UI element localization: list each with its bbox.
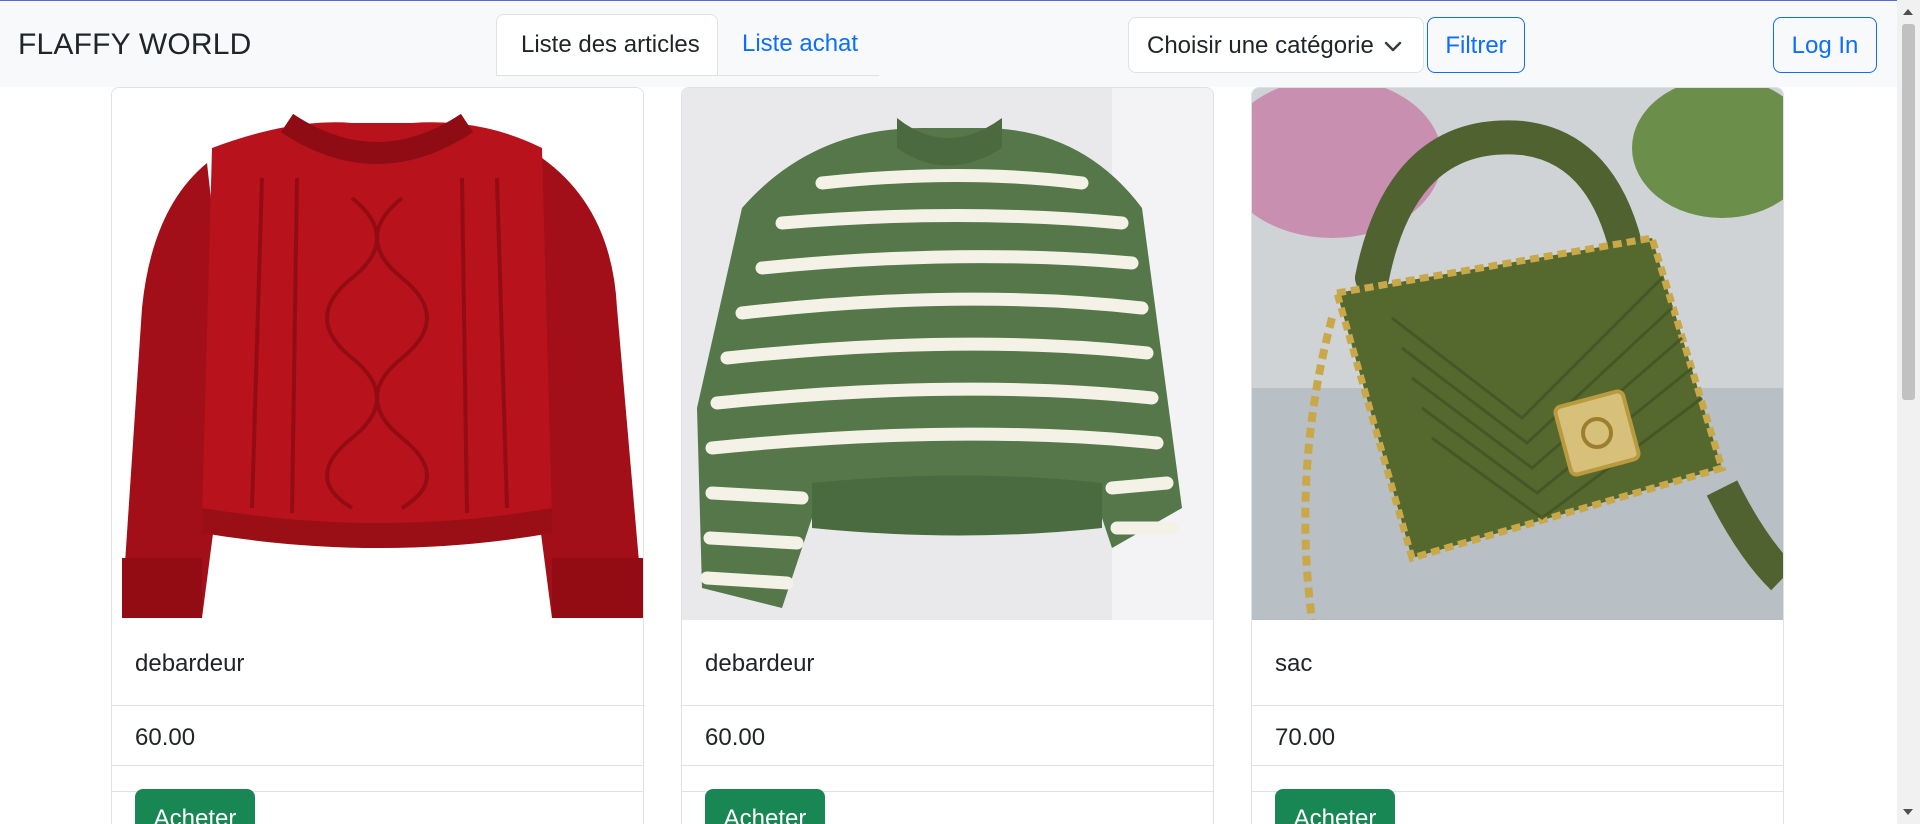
login-button[interactable]: Log In bbox=[1773, 17, 1877, 73]
product-price: 60.00 bbox=[135, 724, 196, 751]
product-price: 60.00 bbox=[705, 724, 766, 751]
brand-logo[interactable]: FLAFFY WORLD bbox=[18, 28, 252, 62]
buy-button[interactable]: Acheter bbox=[705, 789, 825, 824]
product-image bbox=[1252, 88, 1783, 620]
divider bbox=[112, 705, 643, 706]
filter-button[interactable]: Filtrer bbox=[1427, 17, 1525, 73]
vertical-scrollbar[interactable] bbox=[1897, 0, 1920, 824]
product-name: debardeur bbox=[135, 650, 245, 677]
tab-liste-achat[interactable]: Liste achat bbox=[718, 14, 882, 76]
scroll-down-arrow-icon[interactable] bbox=[1903, 809, 1913, 815]
product-image bbox=[682, 88, 1213, 620]
divider bbox=[112, 765, 643, 766]
product-card: debardeur 60.00 Acheter bbox=[681, 87, 1214, 824]
product-image bbox=[112, 88, 643, 620]
tab-liste-des-articles[interactable]: Liste des articles bbox=[496, 14, 718, 76]
scroll-up-arrow-icon[interactable] bbox=[1903, 9, 1913, 15]
product-card: debardeur 60.00 Acheter bbox=[111, 87, 644, 824]
divider bbox=[682, 765, 1213, 766]
product-name: debardeur bbox=[705, 650, 815, 677]
navbar: FLAFFY WORLD Liste des articles Liste ac… bbox=[0, 1, 1897, 87]
product-title-section: sac bbox=[1252, 620, 1783, 792]
product-title-section: debardeur bbox=[112, 620, 643, 792]
scrollbar-thumb[interactable] bbox=[1902, 24, 1915, 400]
product-title-section: debardeur bbox=[682, 620, 1213, 792]
divider bbox=[1252, 765, 1783, 766]
product-name: sac bbox=[1275, 650, 1313, 677]
tabs-divider bbox=[496, 75, 879, 76]
category-select[interactable]: Choisir une catégorie bbox=[1128, 17, 1424, 73]
divider bbox=[682, 705, 1213, 706]
category-select-value: Choisir une catégorie bbox=[1147, 32, 1374, 59]
buy-button[interactable]: Acheter bbox=[135, 789, 255, 824]
buy-button[interactable]: Acheter bbox=[1275, 789, 1395, 824]
product-price: 70.00 bbox=[1275, 724, 1336, 751]
chevron-down-icon bbox=[1384, 41, 1402, 52]
divider bbox=[1252, 705, 1783, 706]
product-card: sac 70.00 Acheter bbox=[1251, 87, 1784, 824]
